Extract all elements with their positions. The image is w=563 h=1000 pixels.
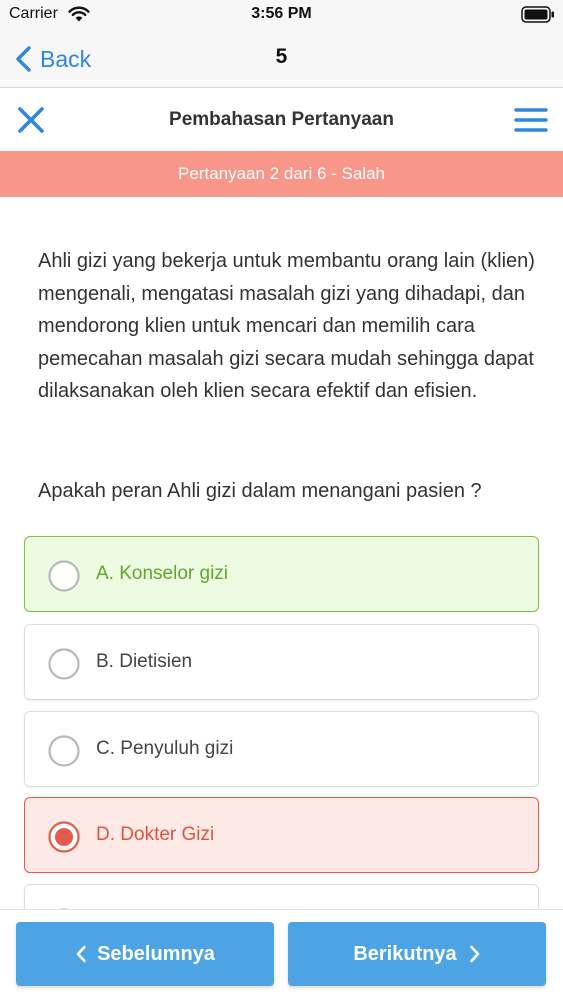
option-a[interactable]: A. Konselor gizi (24, 536, 539, 612)
result-banner: Pertanyaan 2 dari 6 - Salah (0, 151, 563, 197)
radio-checked-icon (48, 821, 80, 853)
question-prompt: Apakah peran Ahli gizi dalam menangani p… (38, 480, 482, 502)
battery-icon (521, 6, 554, 23)
option-label: B. Dietisien (96, 651, 193, 672)
status-time: 3:56 PM (251, 5, 312, 22)
navigation-bar: Back 5 (0, 30, 563, 88)
next-button[interactable]: Berikutnya (288, 922, 546, 986)
review-header: Pembahasan Pertanyaan (0, 89, 563, 151)
status-bar: Carrier 3:56 PM (0, 0, 563, 30)
hamburger-menu-icon[interactable] (514, 106, 548, 134)
next-label: Berikutnya (353, 942, 457, 965)
bottom-navigation: Sebelumnya Berikutnya (0, 909, 563, 1000)
nav-title: 5 (275, 45, 288, 68)
chevron-left-icon (76, 945, 86, 963)
option-c[interactable]: C. Penyuluh gizi (24, 711, 539, 787)
option-label: C. Penyuluh gizi (96, 738, 234, 759)
question-text: Ahli gizi yang bekerja untuk membantu or… (38, 250, 535, 402)
previous-button[interactable]: Sebelumnya (16, 922, 274, 986)
option-b[interactable]: B. Dietisien (24, 624, 539, 700)
option-label: A. Konselor gizi (96, 563, 229, 584)
chevron-right-icon (469, 945, 479, 963)
radio-unchecked-icon (48, 560, 80, 592)
option-d[interactable]: D. Dokter Gizi (24, 797, 539, 873)
radio-unchecked-icon (48, 648, 80, 680)
radio-unchecked-icon (48, 735, 80, 767)
previous-label: Sebelumnya (97, 942, 215, 965)
option-label: D. Dokter Gizi (96, 824, 215, 845)
header-title: Pembahasan Pertanyaan (169, 109, 394, 130)
